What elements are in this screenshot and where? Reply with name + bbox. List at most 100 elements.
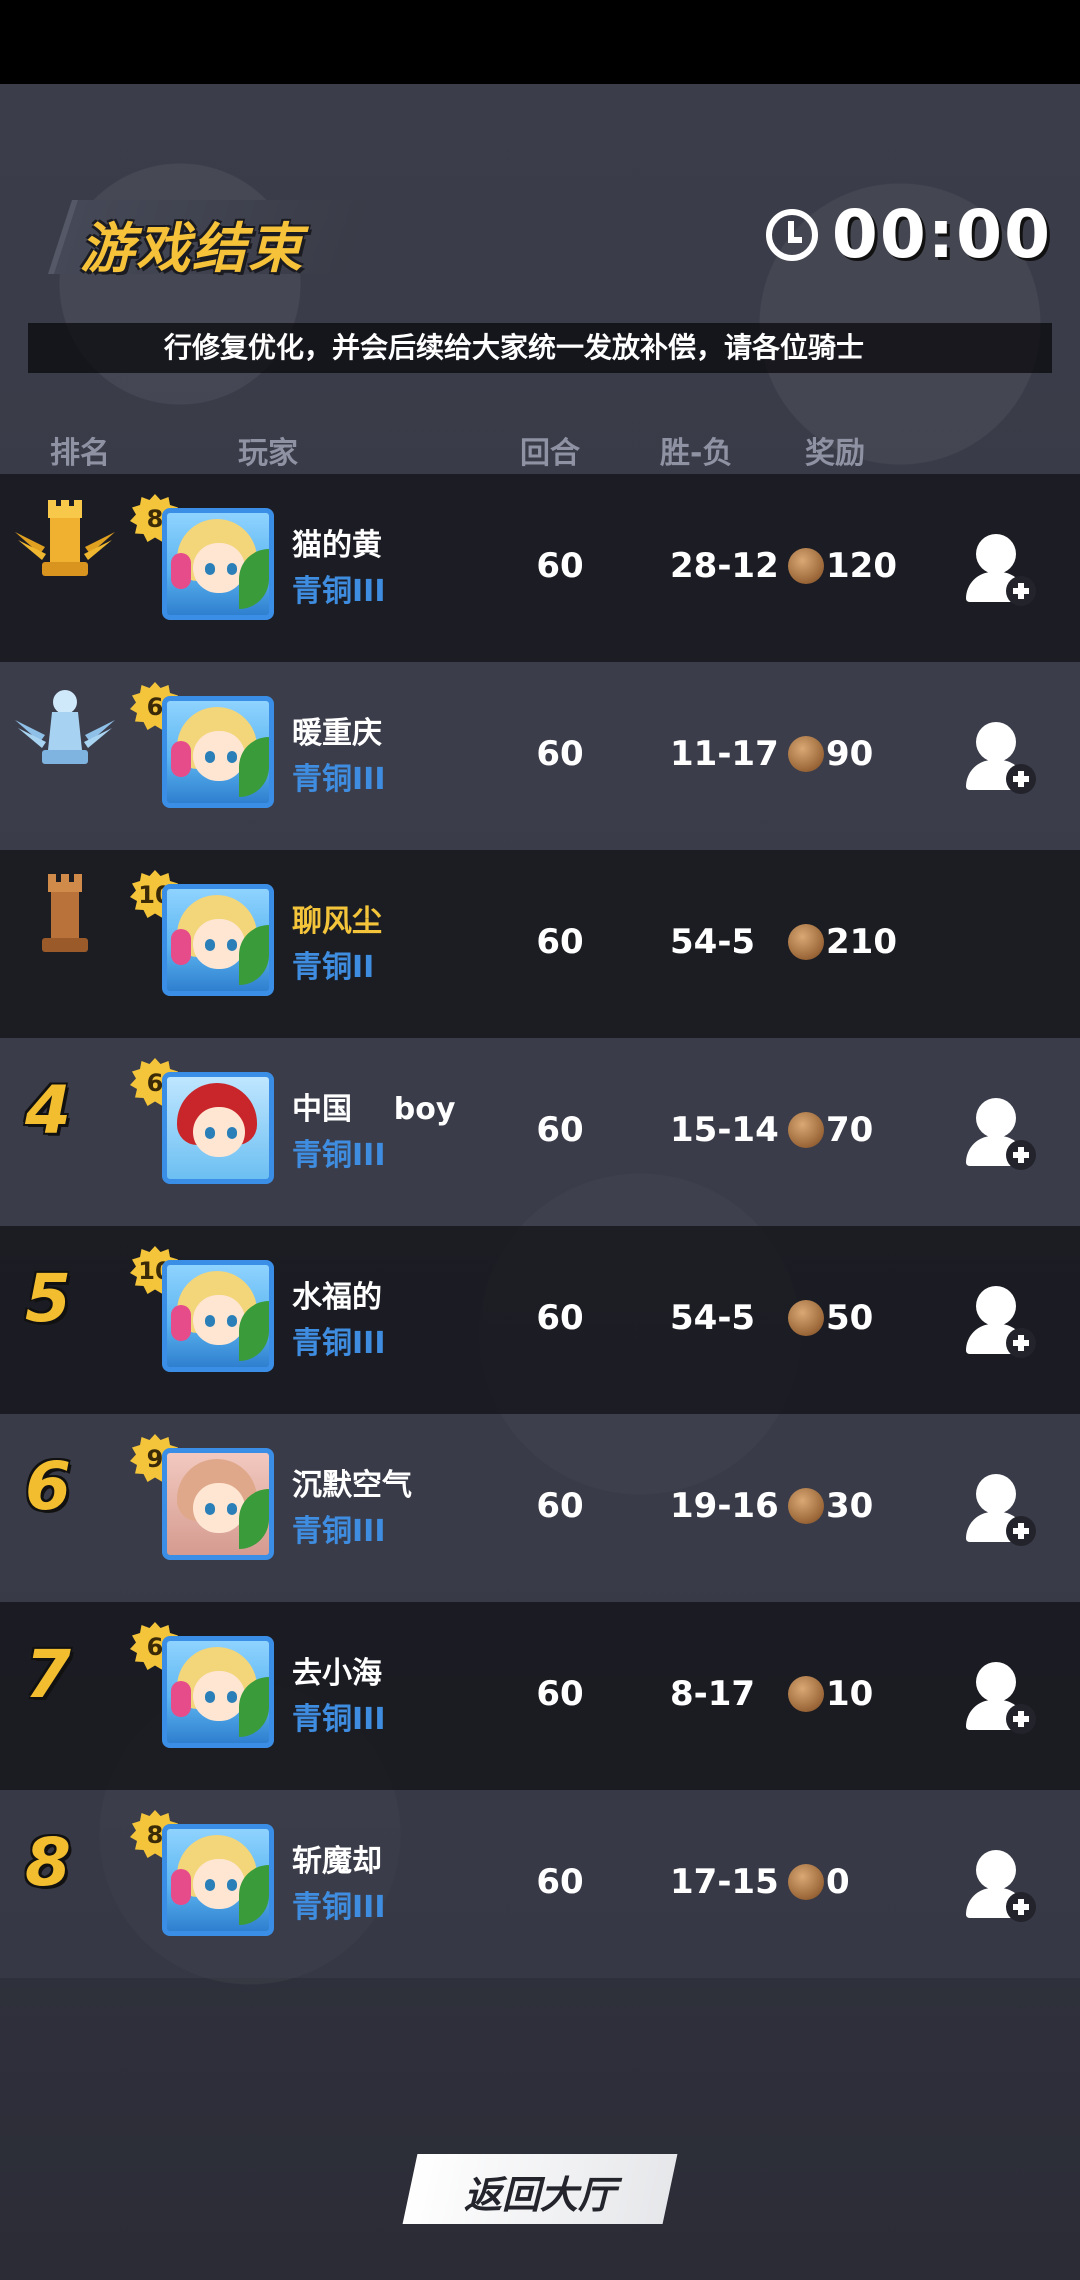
reward-value: 10 (826, 1674, 874, 1714)
rounds-value: 60 (536, 922, 584, 962)
rounds-value: 60 (536, 734, 584, 774)
win-loss-value: 11-17 (670, 734, 779, 774)
table-row: 6 暖重庆 青铜III 60 11-17 90 (0, 662, 1080, 850)
coin-icon (788, 1112, 824, 1148)
player-tier: 青铜III (292, 1326, 386, 1361)
win-loss-value: 15-14 (670, 1110, 779, 1150)
page-title: 游戏结束 (80, 217, 304, 280)
add-friend-button[interactable] (966, 722, 1036, 794)
reward: 210 (788, 922, 897, 962)
table-row: 4 6 中国 boy 青铜III 60 15-14 70 (0, 1038, 1080, 1226)
avatar[interactable] (162, 1636, 274, 1748)
win-loss-value: 19-16 (670, 1486, 779, 1526)
reward: 50 (788, 1298, 873, 1338)
reward-value: 30 (826, 1486, 874, 1526)
player-name: 去小海 (292, 1656, 382, 1691)
col-win-loss: 胜-负 (660, 436, 733, 471)
rank-number: 7 (25, 1636, 71, 1713)
table-row: 10 聊风尘 青铜II 60 54-5 210 (0, 850, 1080, 1038)
player-tier: 青铜III (292, 1890, 386, 1925)
coin-icon (788, 736, 824, 772)
avatar[interactable] (162, 696, 274, 808)
add-friend-button[interactable] (966, 1662, 1036, 1734)
coin-icon (788, 924, 824, 960)
add-friend-button[interactable] (966, 1850, 1036, 1922)
reward: 30 (788, 1486, 873, 1526)
clock-icon (765, 208, 818, 261)
return-lobby-label[interactable]: 返回大厅 (410, 2164, 670, 2219)
rounds-value: 60 (536, 1862, 584, 1902)
table-row: 8 猫的黄 青铜III 60 28-12 120 (0, 474, 1080, 662)
player-name: 斩魔却 (292, 1844, 382, 1879)
add-friend-button[interactable] (966, 1286, 1036, 1358)
player-tier: 青铜III (292, 1514, 386, 1549)
table-row: 6 9 沉默空气 青铜III 60 19-16 30 (0, 1414, 1080, 1602)
player-tier: 青铜III (292, 574, 386, 609)
coin-icon (788, 1676, 824, 1712)
player-tier: 青铜III (292, 762, 386, 797)
rounds-value: 60 (536, 1110, 584, 1150)
player-name: 中国 boy (292, 1092, 456, 1127)
win-loss-value: 17-15 (670, 1862, 779, 1902)
avatar[interactable] (162, 1824, 274, 1936)
col-player: 玩家 (238, 436, 298, 471)
rounds-value: 60 (536, 1674, 584, 1714)
col-rank: 排名 (50, 436, 110, 471)
coin-icon (788, 548, 824, 584)
avatar[interactable] (162, 1448, 274, 1560)
plus-icon (1006, 764, 1036, 794)
add-friend-button[interactable] (966, 1474, 1036, 1546)
rank-number: 5 (25, 1260, 71, 1337)
add-friend-button[interactable] (966, 1098, 1036, 1170)
plus-icon (1006, 1516, 1036, 1546)
rank-number: 4 (25, 1072, 71, 1149)
coin-icon (788, 1488, 824, 1524)
coin-icon (788, 1300, 824, 1336)
reward-value: 120 (826, 546, 897, 586)
reward: 0 (788, 1862, 850, 1902)
table-row: 8 8 斩魔却 青铜III 60 17-15 0 (0, 1790, 1080, 1978)
silver-trophy-icon (15, 690, 115, 764)
col-rounds: 回合 (520, 436, 580, 471)
player-tier: 青铜II (292, 950, 375, 985)
avatar[interactable] (162, 1072, 274, 1184)
rank-number: 6 (25, 1448, 71, 1525)
reward: 120 (788, 546, 897, 586)
timer-text: 00:00 (831, 196, 1052, 273)
reward-value: 90 (826, 734, 874, 774)
player-name: 猫的黄 (292, 528, 382, 563)
reward-value: 70 (826, 1110, 874, 1150)
coin-icon (788, 1864, 824, 1900)
avatar[interactable] (162, 1260, 274, 1372)
player-tier: 青铜III (292, 1138, 386, 1173)
table-row: 7 6 去小海 青铜III 60 8-17 10 (0, 1602, 1080, 1790)
avatar[interactable] (162, 884, 274, 996)
announcement-marquee: 行修复优化，并会后续给大家统一发放补偿，请各位骑士 (28, 323, 1052, 373)
reward-value: 210 (826, 922, 897, 962)
player-tier: 青铜III (292, 1702, 386, 1737)
reward-value: 0 (826, 1862, 850, 1902)
plus-icon (1006, 576, 1036, 606)
avatar[interactable] (162, 508, 274, 620)
reward: 10 (788, 1674, 873, 1714)
player-name: 聊风尘 (292, 904, 382, 939)
plus-icon (1006, 1328, 1036, 1358)
player-name: 水福的 (292, 1280, 382, 1315)
reward: 90 (788, 734, 873, 774)
gold-trophy-icon (15, 500, 115, 576)
reward-value: 50 (826, 1298, 874, 1338)
rounds-value: 60 (536, 546, 584, 586)
win-loss-value: 54-5 (670, 922, 756, 962)
add-friend-button[interactable] (966, 534, 1036, 606)
rounds-value: 60 (536, 1298, 584, 1338)
rounds-value: 60 (536, 1486, 584, 1526)
player-name: 暖重庆 (292, 716, 382, 751)
win-loss-value: 8-17 (670, 1674, 756, 1714)
reward: 70 (788, 1110, 873, 1150)
player-name: 沉默空气 (292, 1468, 412, 1503)
table-row: 5 10 水福的 青铜III 60 54-5 50 (0, 1226, 1080, 1414)
timer: 00:00 (765, 196, 1052, 273)
bronze-trophy-icon (42, 874, 88, 952)
win-loss-value: 28-12 (670, 546, 779, 586)
win-loss-value: 54-5 (670, 1298, 756, 1338)
